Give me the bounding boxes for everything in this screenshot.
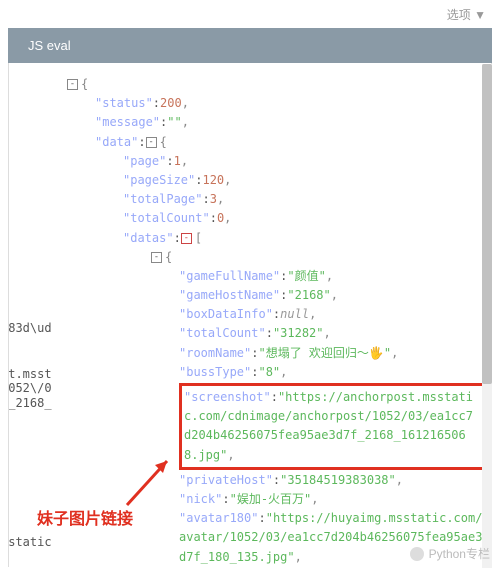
panel-header: JS eval <box>8 28 492 63</box>
scrollbar[interactable] <box>482 64 492 568</box>
json-value: 3 <box>210 192 217 206</box>
json-key: "privateHost" <box>179 473 273 487</box>
python-icon <box>409 546 425 562</box>
json-key: "nick" <box>179 492 222 506</box>
json-key: "status" <box>95 96 153 110</box>
json-key: "roomName" <box>179 346 251 360</box>
watermark: Python专栏 <box>409 545 490 562</box>
json-value: 1 <box>174 154 181 168</box>
panel-title: JS eval <box>28 38 71 53</box>
scrollbar-thumb[interactable] <box>482 64 492 384</box>
collapse-toggle[interactable]: - <box>67 79 78 90</box>
json-key: "datas" <box>123 231 174 245</box>
json-key: "totalCount" <box>179 326 266 340</box>
overflow-text: f_2168_ <box>8 394 59 413</box>
annotation-label: 妹子图片链接 <box>37 505 133 529</box>
json-value: 200 <box>160 96 182 110</box>
json-value: "" <box>167 115 181 129</box>
json-value: 120 <box>202 173 224 187</box>
json-value: "娱加-火百万" <box>230 492 312 506</box>
collapse-toggle[interactable]: - <box>181 233 192 244</box>
json-key: "totalCount" <box>123 211 210 225</box>
options-dropdown[interactable]: 选项 ▼ <box>447 6 486 23</box>
json-key: "screenshot" <box>184 390 271 404</box>
json-key: "avatar180" <box>179 511 258 525</box>
json-value: "颜值" <box>287 269 325 283</box>
collapse-toggle[interactable]: - <box>146 137 157 148</box>
json-key: "data" <box>95 135 138 149</box>
json-viewer: d83d\ud st.msst 1052\/0 f_2168_ sstatic … <box>8 63 492 567</box>
overflow-text: sstatic <box>8 533 59 552</box>
json-value: "31282" <box>273 326 324 340</box>
json-key: "bussType" <box>179 365 251 379</box>
json-value: "35184519383038" <box>280 473 396 487</box>
json-value: "2168" <box>287 288 330 302</box>
json-key: "boxDataInfo" <box>179 307 273 321</box>
json-key: "gameHostName" <box>179 288 280 302</box>
collapse-toggle[interactable]: - <box>151 252 162 263</box>
json-value: "想塌了 欢迎回归～🖐" <box>258 346 391 360</box>
json-value: "8" <box>258 365 280 379</box>
json-key: "gameFullName" <box>179 269 280 283</box>
json-value: null <box>280 307 309 321</box>
json-key: "page" <box>123 154 166 168</box>
watermark-text: Python专栏 <box>429 545 490 562</box>
highlighted-field: "screenshot":"https://anchorpost.msstati… <box>179 383 485 470</box>
json-key: "totalPage" <box>123 192 202 206</box>
json-key: "message" <box>95 115 160 129</box>
json-key: "pageSize" <box>123 173 195 187</box>
overflow-text: d83d\ud <box>8 319 59 338</box>
